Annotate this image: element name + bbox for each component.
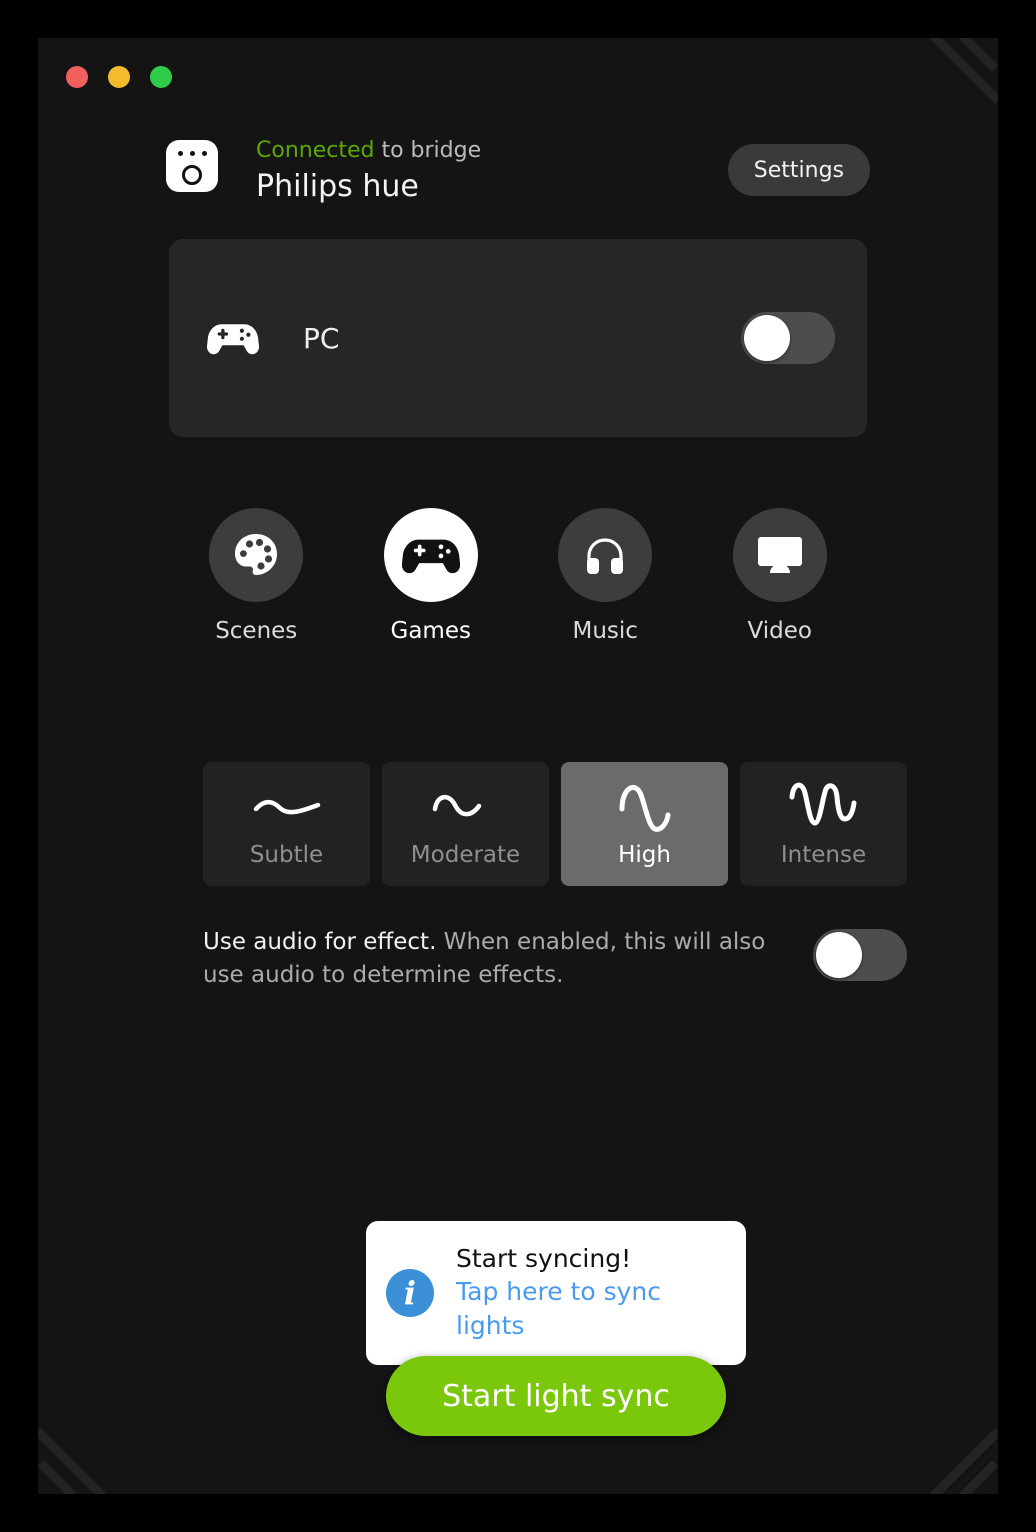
page-title: Philips hue bbox=[256, 169, 419, 204]
intensity-selector: Subtle Moderate High Intense bbox=[203, 762, 907, 886]
use-audio-row: Use audio for effect. When enabled, this… bbox=[203, 926, 907, 992]
intensity-label-subtle: Subtle bbox=[249, 842, 324, 868]
intensity-option-moderate[interactable]: Moderate bbox=[382, 762, 549, 886]
connection-status-state: Connected bbox=[256, 138, 375, 163]
toggle-knob bbox=[744, 315, 790, 361]
window-controls bbox=[66, 66, 172, 88]
close-button[interactable] bbox=[66, 66, 88, 88]
info-icon: i bbox=[386, 1269, 434, 1317]
intensity-option-high[interactable]: High bbox=[561, 762, 728, 886]
mode-selector: Scenes Games Music Video bbox=[169, 508, 867, 644]
wave-subtle-icon bbox=[253, 799, 320, 815]
mode-circle-video bbox=[732, 508, 827, 602]
gamepad-icon bbox=[401, 539, 460, 574]
minimize-button[interactable] bbox=[108, 66, 130, 88]
intensity-label-high: High bbox=[618, 842, 671, 868]
mode-label-music: Music bbox=[572, 618, 638, 644]
entertainment-area-card[interactable]: PC bbox=[169, 239, 867, 437]
start-syncing-tooltip[interactable]: i Start syncing! Tap here to sync lights bbox=[366, 1221, 746, 1387]
tooltip-link[interactable]: Tap here to sync lights bbox=[456, 1275, 726, 1343]
header-text: Connected to bridge Philips hue bbox=[256, 136, 481, 207]
connection-status: Connected to bridge bbox=[256, 136, 481, 166]
use-audio-title: Use audio for effect. bbox=[203, 929, 437, 955]
gamepad-icon bbox=[207, 324, 259, 355]
intensity-option-subtle[interactable]: Subtle bbox=[203, 762, 370, 886]
hue-bridge-icon bbox=[166, 140, 218, 192]
corner-decoration-bottom-left bbox=[38, 1424, 108, 1494]
mode-item-music[interactable]: Music bbox=[518, 508, 693, 644]
area-name-label: PC bbox=[303, 321, 340, 355]
use-audio-toggle[interactable] bbox=[813, 929, 907, 981]
intensity-label-intense: Intense bbox=[780, 842, 867, 868]
intensity-label-moderate: Moderate bbox=[410, 842, 521, 868]
wave-intense-icon bbox=[789, 782, 856, 826]
toggle-knob bbox=[816, 932, 862, 978]
mode-circle-games bbox=[383, 508, 478, 602]
maximize-button[interactable] bbox=[150, 66, 172, 88]
mode-item-video[interactable]: Video bbox=[693, 508, 868, 644]
use-audio-description: Use audio for effect. When enabled, this… bbox=[203, 926, 813, 992]
mode-item-games[interactable]: Games bbox=[344, 508, 519, 644]
wave-moderate-icon bbox=[432, 795, 481, 817]
corner-decoration-bottom-right bbox=[928, 1424, 998, 1494]
connection-status-suffix: to bridge bbox=[374, 138, 482, 163]
tooltip-title: Start syncing! bbox=[456, 1244, 632, 1273]
monitor-icon bbox=[757, 537, 802, 573]
area-power-toggle[interactable] bbox=[741, 312, 835, 364]
mode-circle-scenes bbox=[209, 508, 304, 602]
app-window: Connected to bridge Philips hue Settings… bbox=[38, 38, 998, 1494]
start-light-sync-button[interactable]: Start light sync bbox=[386, 1356, 726, 1436]
mode-item-scenes[interactable]: Scenes bbox=[169, 508, 344, 644]
headphones-icon bbox=[587, 538, 624, 574]
mode-label-scenes: Scenes bbox=[215, 618, 298, 644]
mode-label-video: Video bbox=[747, 618, 812, 644]
mode-circle-music bbox=[558, 508, 653, 602]
titlebar bbox=[38, 38, 998, 122]
header: Connected to bridge Philips hue Settings bbox=[166, 136, 870, 214]
intensity-option-intense[interactable]: Intense bbox=[740, 762, 907, 886]
mode-label-games: Games bbox=[390, 618, 471, 644]
settings-button[interactable]: Settings bbox=[727, 144, 870, 196]
palette-icon bbox=[235, 534, 278, 575]
wave-high-icon bbox=[619, 785, 670, 832]
